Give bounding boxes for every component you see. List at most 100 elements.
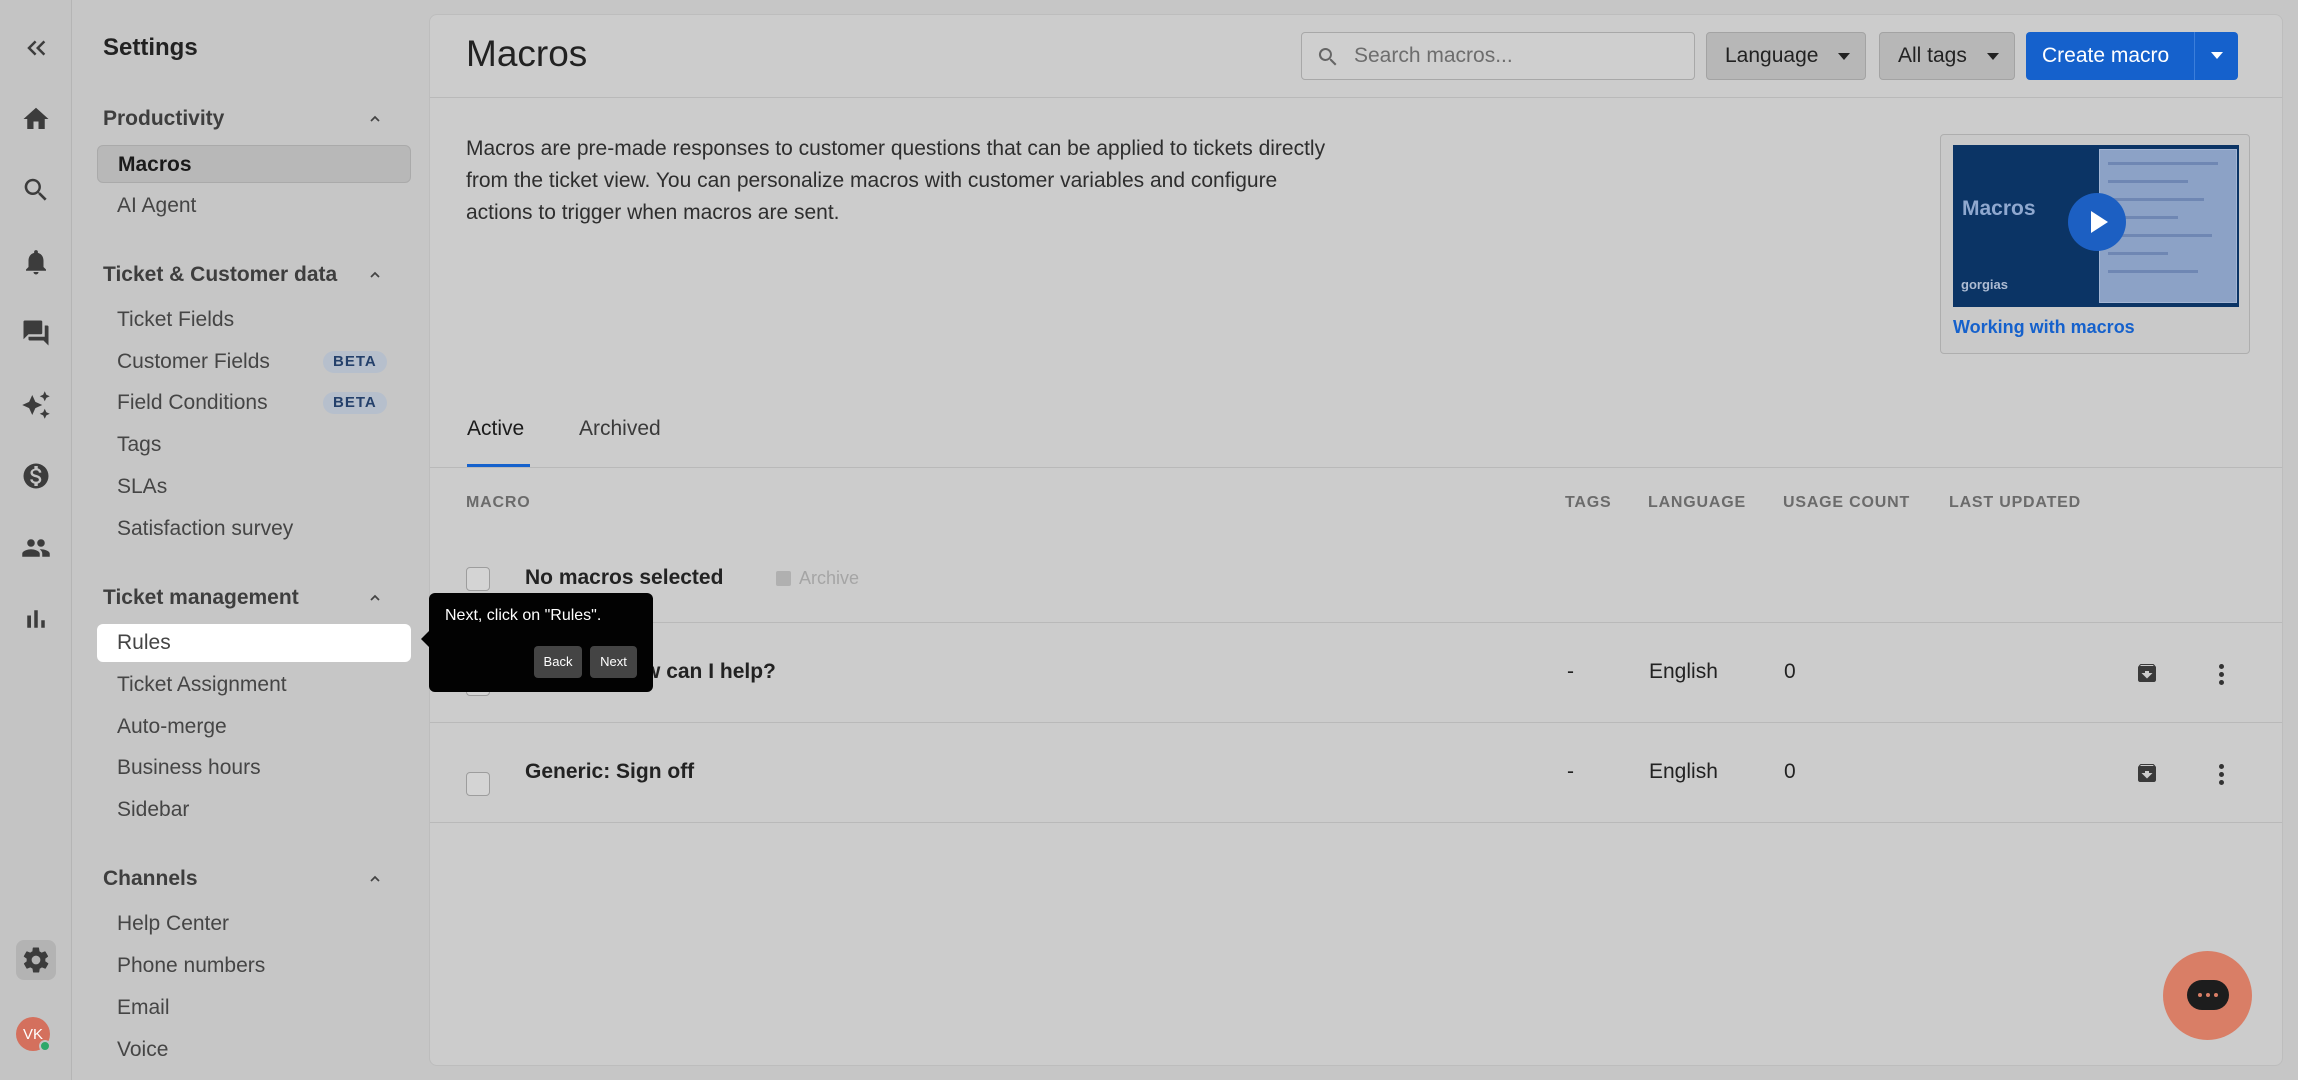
select-all-checkbox[interactable] [466,567,490,591]
search-icon[interactable] [16,170,56,210]
nav-item-customer-fields[interactable]: Customer Fields BETA [97,343,411,381]
caret-down-icon [2211,52,2223,59]
page-description: Macros are pre-made responses to custome… [466,137,1326,224]
selection-status: No macros selected [525,566,724,589]
section-ticket-management[interactable]: Ticket management [103,586,393,610]
section-title: Productivity [103,107,225,130]
chat-bubble-icon [2187,980,2229,1010]
nav-item-ai-agent[interactable]: AI Agent [97,187,411,225]
avatar-initials: VK [22,1025,43,1043]
macro-usage-count: 0 [1784,760,1796,783]
nav-item-field-conditions[interactable]: Field Conditions BETA [97,384,411,422]
page-title: Macros [466,33,588,74]
nav-item-sidebar[interactable]: Sidebar [97,791,411,829]
column-header-last-updated[interactable]: LAST UPDATED [1949,494,2081,512]
tooltip-next-button[interactable]: Next [590,646,637,678]
nav-item-satisfaction-survey[interactable]: Satisfaction survey [97,510,411,548]
archive-icon[interactable] [2135,761,2159,785]
macro-name[interactable]: Generic: Sign off [525,760,694,784]
tags-dropdown[interactable]: All tags [1879,32,2015,80]
caret-down-icon [1987,53,1999,60]
section-channels[interactable]: Channels [103,867,393,891]
icon-rail: VK [0,0,72,1080]
chat-launcher-button[interactable] [2163,951,2252,1040]
section-productivity[interactable]: Productivity [103,107,393,131]
archive-icon[interactable] [2135,661,2159,685]
nav-item-tags[interactable]: Tags [97,426,411,464]
nav-item-help-center[interactable]: Help Center [97,905,411,943]
column-header-language[interactable]: LANGUAGE [1648,494,1746,512]
row-divider [430,622,2282,623]
column-header-macro[interactable]: MACRO [466,494,530,512]
bar-chart-icon[interactable] [16,599,56,639]
section-title: Channels [103,867,198,890]
more-options-icon[interactable] [2215,761,2227,789]
section-title: Ticket management [103,586,299,609]
more-options-icon[interactable] [2215,661,2227,689]
nav-item-voice[interactable]: Voice [97,1031,411,1069]
nav-item-phone-numbers[interactable]: Phone numbers [97,947,411,985]
nav-item-ticket-fields[interactable]: Ticket Fields [97,301,411,339]
dollar-icon[interactable] [16,456,56,496]
section-title: Ticket & Customer data [103,263,338,286]
nav-title: Settings [103,34,198,61]
onboarding-tooltip: Next, click on "Rules". Back Next [421,593,653,692]
nav-item-ticket-assignment[interactable]: Ticket Assignment [97,666,411,704]
chevron-up-icon [370,875,380,882]
nav-item-slas[interactable]: SLAs [97,468,411,506]
collapse-icon[interactable] [16,28,56,68]
macro-tags: - [1567,760,1574,783]
macro-language: English [1649,660,1718,683]
macro-language: English [1649,760,1718,783]
settings-nav: Settings Productivity Macros AI Agent Ti… [72,0,428,1080]
beta-badge: BETA [323,392,387,414]
tabs-divider [430,467,2282,468]
play-icon[interactable] [2068,193,2126,251]
chevron-up-icon [370,594,380,601]
macro-usage-count: 0 [1784,660,1796,683]
tooltip-message: Next, click on "Rules". [445,607,602,624]
row-checkbox[interactable] [466,772,490,796]
row-divider [430,822,2282,823]
avatar[interactable]: VK [16,1017,51,1052]
row-divider [430,722,2282,723]
tab-active[interactable]: Active [467,417,524,441]
video-thumbnail[interactable]: Macros gorgias [1953,145,2239,307]
nav-item-email[interactable]: Email [97,989,411,1027]
archive-icon [776,571,791,586]
chat-icon[interactable] [16,313,56,353]
gear-icon[interactable] [16,940,56,980]
caret-down-icon [1838,53,1850,60]
archive-button[interactable]: Archive [776,568,859,589]
nav-item-business-hours[interactable]: Business hours [97,749,411,787]
chevron-up-icon [370,271,380,278]
online-status-dot [39,1040,51,1052]
home-icon[interactable] [16,99,56,139]
nav-item-macros[interactable]: Macros [97,145,411,183]
chevron-up-icon [370,115,380,122]
create-macro-menu-toggle[interactable] [2194,32,2238,80]
thumbnail-title: Macros [1962,197,2036,220]
thumbnail-brand: gorgias [1961,277,2008,292]
header-divider [430,97,2282,98]
create-macro-button[interactable]: Create macro [2026,32,2238,80]
language-dropdown[interactable]: Language [1706,32,1866,80]
column-header-tags[interactable]: TAGS [1565,494,1611,512]
bell-icon[interactable] [16,242,56,282]
nav-item-rules[interactable]: Rules [97,624,411,662]
tooltip-back-button[interactable]: Back [534,646,582,678]
tab-archived[interactable]: Archived [579,417,661,441]
video-card[interactable]: Macros gorgias Working with macros [1940,134,2250,354]
section-ticket-customer-data[interactable]: Ticket & Customer data [103,263,393,287]
sparkles-icon[interactable] [16,385,56,425]
search-icon [1318,48,1337,66]
users-icon[interactable] [16,528,56,568]
search-box[interactable] [1301,32,1695,80]
beta-badge: BETA [323,351,387,373]
search-input[interactable] [1352,33,1682,79]
main-panel: Macros Language All tags Create macro Ma… [429,14,2283,1066]
macro-tags: - [1567,660,1574,683]
video-link[interactable]: Working with macros [1953,317,2135,338]
nav-item-auto-merge[interactable]: Auto-merge [97,708,411,746]
column-header-usage-count[interactable]: USAGE COUNT [1783,494,1910,512]
